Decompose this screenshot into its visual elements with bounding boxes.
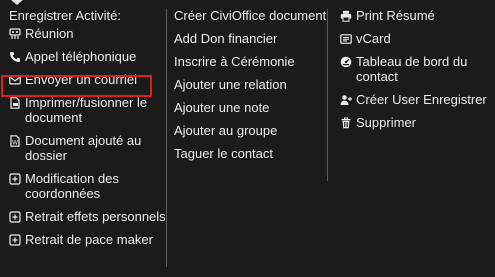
- menu-item-label: Créer CiviOffice document: [174, 8, 327, 23]
- vcard-icon: [340, 33, 352, 45]
- menu-item-label: Modification des coordonnées: [25, 171, 119, 201]
- plus-square-icon: [9, 211, 21, 223]
- menu-item-label: Taguer le contact: [174, 146, 274, 161]
- plus-square-icon: [9, 234, 21, 246]
- selection-highlight-box: [1, 75, 152, 97]
- menu-item-create-civioffice[interactable]: Créer CiviOffice document: [174, 8, 327, 23]
- menu-item-label: Print Résumé: [356, 8, 435, 23]
- menu-item-label: Ajouter au groupe: [174, 123, 278, 138]
- menu-item-phone-call[interactable]: Appel téléphonique: [9, 49, 166, 64]
- menu-item-label: Document ajouté au dossier: [25, 133, 142, 163]
- menu-item-tag-contact[interactable]: Taguer le contact: [174, 146, 327, 161]
- menu-item-label: Tableau de bord du contact: [356, 54, 468, 84]
- menu-item-label: Réunion: [25, 26, 74, 41]
- meeting-icon: [9, 28, 21, 40]
- menu-item-label: Appel téléphonique: [25, 49, 137, 64]
- menu-item-label: Add Don financier: [174, 31, 278, 46]
- printer-icon: [340, 10, 352, 22]
- menu-item-label: Créer User Enregistrer: [356, 92, 487, 107]
- plus-square-icon: [9, 173, 21, 185]
- menu-item-document-added[interactable]: W Document ajouté au dossier: [9, 133, 166, 163]
- column-divider: [327, 9, 328, 181]
- menu-item-label: Inscrire à Cérémonie: [174, 54, 295, 69]
- menu-item-meeting[interactable]: Réunion: [9, 26, 166, 41]
- user-plus-icon: [340, 94, 352, 106]
- column-divider: [166, 9, 167, 267]
- menu-item-label: Retrait de pace maker: [25, 232, 153, 247]
- menu-item-contact-dashboard[interactable]: Tableau de bord du contact: [340, 54, 495, 84]
- menu-item-personal-effects[interactable]: Retrait effets personnels: [9, 209, 166, 224]
- contact-actions-menu: Enregistrer Activité: Réunion Appel télé…: [0, 0, 495, 277]
- menu-item-register-ceremony[interactable]: Inscrire à Cérémonie: [174, 54, 327, 69]
- menu-item-delete[interactable]: Supprimer: [340, 115, 495, 130]
- menu-item-print-merge[interactable]: Imprimer/fusionner le document: [9, 95, 166, 125]
- menu-item-contact-change[interactable]: Modification des coordonnées: [9, 171, 166, 201]
- menu-item-vcard[interactable]: vCard: [340, 31, 495, 46]
- activity-heading: Enregistrer Activité:: [9, 8, 121, 23]
- menu-item-label: Supprimer: [356, 115, 416, 130]
- menu-item-label: Ajouter une note: [174, 100, 270, 115]
- menu-item-add-to-group[interactable]: Ajouter au groupe: [174, 123, 327, 138]
- menu-item-add-relationship[interactable]: Ajouter une relation: [174, 77, 327, 92]
- menu-item-pacemaker-removal[interactable]: Retrait de pace maker: [9, 232, 166, 247]
- menu-item-add-donation[interactable]: Add Don financier: [174, 31, 327, 46]
- menu-item-label: Imprimer/fusionner le document: [25, 95, 148, 125]
- phone-icon: [9, 51, 21, 63]
- activity-column: Enregistrer Activité: Réunion Appel télé…: [0, 0, 166, 277]
- menu-item-label: vCard: [356, 31, 391, 46]
- menu-item-create-user[interactable]: Créer User Enregistrer: [340, 92, 495, 107]
- actions-column: Créer CiviOffice document Add Don financ…: [166, 0, 327, 277]
- svg-text:W: W: [12, 141, 18, 147]
- document-icon: W: [9, 135, 21, 147]
- print-document-icon: [9, 97, 21, 109]
- menu-item-label: Retrait effets personnels: [25, 209, 166, 224]
- contact-tools-column: Print Résumé vCard Tableau de bord du co…: [327, 0, 495, 277]
- dashboard-icon: [340, 56, 352, 68]
- trash-icon: [340, 117, 352, 129]
- menu-item-label: Ajouter une relation: [174, 77, 287, 92]
- menu-item-add-note[interactable]: Ajouter une note: [174, 100, 327, 115]
- menu-item-print-summary[interactable]: Print Résumé: [340, 8, 495, 23]
